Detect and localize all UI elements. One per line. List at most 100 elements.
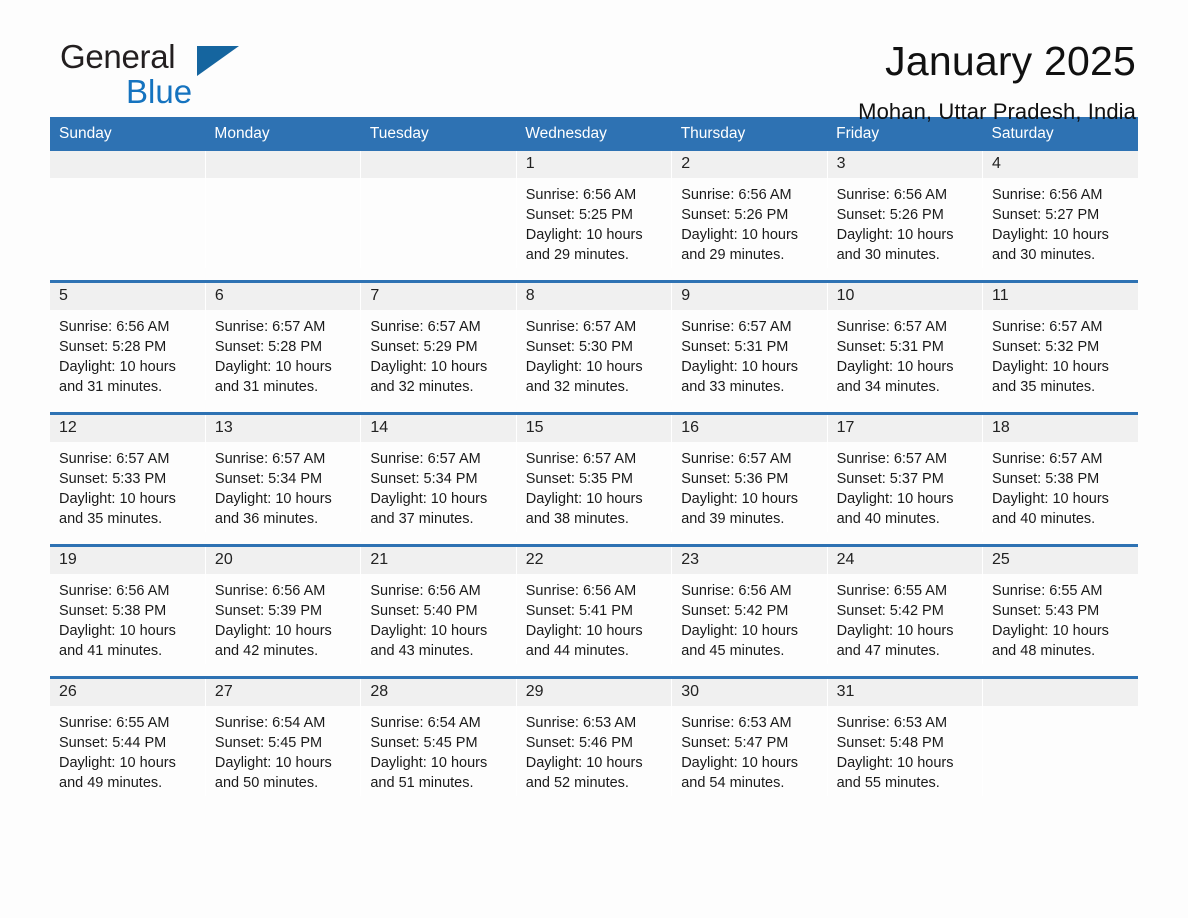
sunset-text: Sunset: 5:38 PM: [992, 471, 1100, 487]
calendar-day-cell[interactable]: 26 Sunrise: 6:55 AM Sunset: 5:44 PM Dayligh…: [50, 676, 206, 796]
week-spacer-cell: [50, 268, 1138, 282]
sunrise-text: Sunrise: 6:54 AM: [214, 715, 326, 731]
week-spacer: [50, 268, 1138, 282]
calendar-day-cell[interactable]: 28 Sunrise: 6:54 AM Sunset: 5:45 PM Dayligh…: [360, 676, 517, 796]
daylight-text: Daylight: 10 hours and 40 minutes.: [992, 491, 1109, 527]
day-number: [50, 151, 205, 178]
day-number: 4: [983, 151, 1138, 178]
sunset-text: Sunset: 5:33 PM: [59, 471, 167, 487]
calendar-day-cell[interactable]: 15 Sunrise: 6:57 AM Sunset: 5:35 PM Dayligh…: [516, 412, 673, 532]
calendar-day-cell[interactable]: 4 Sunrise: 6:56 AM Sunset: 5:27 PM Daylight…: [982, 151, 1138, 268]
day-details: Sunrise: 6:56 AM Sunset: 5:38 PM Daylight:…: [50, 574, 205, 661]
sunset-text: Sunset: 5:42 PM: [681, 603, 789, 619]
daylight-text: Daylight: 10 hours and 45 minutes.: [681, 623, 799, 659]
daylight-text: Daylight: 10 hours and 43 minutes.: [370, 623, 488, 659]
calendar-day-cell[interactable]: 6 Sunrise: 6:57 AM Sunset: 5:28 PM Daylight…: [205, 280, 362, 400]
weekday-header-monday: Monday: [205, 117, 361, 151]
calendar-day-cell[interactable]: 18 Sunrise: 6:57 AM Sunset: 5:38 PM Dayligh…: [982, 412, 1138, 532]
sunrise-text: Sunrise: 6:57 AM: [214, 319, 326, 335]
sunset-text: Sunset: 5:38 PM: [59, 603, 167, 619]
location-subtitle: Mohan, Uttar Pradesh, India: [858, 99, 1136, 125]
day-details: Sunrise: 6:55 AM Sunset: 5:43 PM Daylight:…: [983, 574, 1138, 661]
calendar-day-cell[interactable]: 10 Sunrise: 6:57 AM Sunset: 5:31 PM Dayligh…: [827, 280, 984, 400]
calendar-day-cell[interactable]: 31 Sunrise: 6:53 AM Sunset: 5:48 PM Dayligh…: [827, 676, 984, 796]
calendar-day-cell[interactable]: 27 Sunrise: 6:54 AM Sunset: 5:45 PM Dayligh…: [205, 676, 362, 796]
day-number: 13: [205, 415, 361, 442]
day-number: 24: [827, 547, 983, 574]
calendar-day-cell[interactable]: 5 Sunrise: 6:56 AM Sunset: 5:28 PM Daylight…: [50, 280, 206, 400]
calendar-container: Sunday Monday Tuesday Wednesday Thursday Frid…: [50, 117, 1138, 796]
sunset-text: Sunset: 5:42 PM: [836, 603, 944, 619]
sunrise-text: Sunrise: 6:56 AM: [214, 583, 326, 599]
calendar-day-cell[interactable]: 11 Sunrise: 6:57 AM Sunset: 5:32 PM Dayligh…: [982, 280, 1138, 400]
week-spacer: [50, 400, 1138, 414]
calendar-day-cell[interactable]: 13 Sunrise: 6:57 AM Sunset: 5:34 PM Dayligh…: [205, 412, 362, 532]
sunrise-text: Sunrise: 6:57 AM: [681, 319, 792, 335]
day-details: Sunrise: 6:57 AM Sunset: 5:34 PM Daylight:…: [361, 442, 515, 529]
day-details: Sunrise: 6:57 AM Sunset: 5:31 PM Daylight:…: [828, 310, 982, 397]
sunrise-text: Sunrise: 6:57 AM: [681, 451, 792, 467]
sunrise-text: Sunrise: 6:56 AM: [681, 583, 792, 599]
daylight-text: Daylight: 10 hours and 48 minutes.: [992, 623, 1109, 659]
calendar-day-cell[interactable]: 16 Sunrise: 6:57 AM Sunset: 5:36 PM Dayligh…: [671, 412, 828, 532]
calendar-body: 1 Sunrise: 6:56 AM Sunset: 5:25 PM Daylight…: [50, 151, 1138, 796]
weekday-header-thursday: Thursday: [671, 117, 828, 151]
day-number: [205, 151, 361, 178]
daylight-text: Daylight: 10 hours and 41 minutes.: [59, 623, 176, 659]
daylight-text: Daylight: 10 hours and 30 minutes.: [992, 227, 1109, 263]
calendar-day-cell[interactable]: 2 Sunrise: 6:56 AM Sunset: 5:26 PM Daylight…: [671, 151, 828, 268]
calendar-day-cell[interactable]: 12 Sunrise: 6:57 AM Sunset: 5:33 PM Dayligh…: [50, 412, 206, 532]
daylight-text: Daylight: 10 hours and 49 minutes.: [59, 755, 176, 791]
calendar-day-cell[interactable]: 1 Sunrise: 6:56 AM Sunset: 5:25 PM Daylight…: [516, 151, 673, 268]
daylight-text: Daylight: 10 hours and 35 minutes.: [59, 491, 176, 527]
day-number: 5: [50, 283, 205, 310]
sunrise-text: Sunrise: 6:57 AM: [525, 319, 637, 335]
calendar-day-cell[interactable]: 29 Sunrise: 6:53 AM Sunset: 5:46 PM Dayligh…: [516, 676, 673, 796]
day-number: 23: [672, 547, 827, 574]
calendar-day-cell[interactable]: 3 Sunrise: 6:56 AM Sunset: 5:26 PM Daylight…: [827, 151, 984, 268]
day-number: 2: [672, 151, 827, 178]
calendar-day-cell[interactable]: 20 Sunrise: 6:56 AM Sunset: 5:39 PM Dayligh…: [205, 544, 362, 664]
day-number: 29: [516, 679, 672, 706]
day-number: 1: [516, 151, 672, 178]
day-details: Sunrise: 6:55 AM Sunset: 5:44 PM Daylight:…: [50, 706, 205, 793]
daylight-text: Daylight: 10 hours and 42 minutes.: [214, 623, 332, 659]
day-number: 7: [361, 283, 516, 310]
calendar-day-cell[interactable]: 24 Sunrise: 6:55 AM Sunset: 5:42 PM Dayligh…: [827, 544, 984, 664]
sunset-text: Sunset: 5:47 PM: [681, 735, 789, 751]
day-details: Sunrise: 6:57 AM Sunset: 5:34 PM Daylight:…: [206, 442, 360, 529]
title-block: January 2025 Mohan, Uttar Pradesh, India: [858, 39, 1138, 125]
calendar-day-cell[interactable]: 7 Sunrise: 6:57 AM Sunset: 5:29 PM Daylight…: [360, 280, 517, 400]
calendar-day-cell[interactable]: 30 Sunrise: 6:53 AM Sunset: 5:47 PM Dayligh…: [671, 676, 828, 796]
calendar-day-cell[interactable]: 19 Sunrise: 6:56 AM Sunset: 5:38 PM Dayligh…: [50, 544, 206, 664]
calendar-day-cell[interactable]: 9 Sunrise: 6:57 AM Sunset: 5:31 PM Daylight…: [671, 280, 828, 400]
day-details: Sunrise: 6:57 AM Sunset: 5:32 PM Daylight:…: [983, 310, 1138, 397]
day-number: 11: [983, 283, 1138, 310]
daylight-text: Daylight: 10 hours and 32 minutes.: [370, 359, 488, 395]
day-number: 21: [361, 547, 516, 574]
calendar-day-cell[interactable]: 22 Sunrise: 6:56 AM Sunset: 5:41 PM Dayligh…: [516, 544, 673, 664]
sunrise-text: Sunrise: 6:53 AM: [681, 715, 792, 731]
calendar-day-cell[interactable]: 8 Sunrise: 6:57 AM Sunset: 5:30 PM Daylight…: [516, 280, 673, 400]
day-details: Sunrise: 6:56 AM Sunset: 5:42 PM Daylight:…: [672, 574, 826, 661]
sunrise-text: Sunrise: 6:56 AM: [59, 583, 170, 599]
daylight-text: Daylight: 10 hours and 33 minutes.: [681, 359, 799, 395]
general-blue-logo[interactable]: General Blue: [50, 40, 260, 110]
sunset-text: Sunset: 5:34 PM: [370, 471, 478, 487]
sunrise-text: Sunrise: 6:57 AM: [836, 451, 948, 467]
day-details: Sunrise: 6:57 AM Sunset: 5:37 PM Daylight:…: [828, 442, 982, 529]
day-details: Sunrise: 6:56 AM Sunset: 5:26 PM Daylight:…: [828, 178, 982, 265]
sunset-text: Sunset: 5:27 PM: [992, 207, 1100, 223]
calendar-day-cell[interactable]: 17 Sunrise: 6:57 AM Sunset: 5:37 PM Dayligh…: [827, 412, 984, 532]
sunset-text: Sunset: 5:45 PM: [214, 735, 323, 751]
sunrise-text: Sunrise: 6:57 AM: [59, 451, 170, 467]
day-details: Sunrise: 6:57 AM Sunset: 5:29 PM Daylight:…: [361, 310, 515, 397]
calendar-day-cell[interactable]: 14 Sunrise: 6:57 AM Sunset: 5:34 PM Dayligh…: [360, 412, 517, 532]
sunset-text: Sunset: 5:41 PM: [525, 603, 633, 619]
daylight-text: Daylight: 10 hours and 51 minutes.: [370, 755, 488, 791]
calendar-day-cell[interactable]: 25 Sunrise: 6:55 AM Sunset: 5:43 PM Dayligh…: [982, 544, 1138, 664]
week-spacer-cell: [50, 400, 1138, 414]
calendar-week-row: 19 Sunrise: 6:56 AM Sunset: 5:38 PM Dayligh…: [50, 544, 1138, 664]
calendar-day-cell[interactable]: 23 Sunrise: 6:56 AM Sunset: 5:42 PM Dayligh…: [671, 544, 828, 664]
calendar-day-cell[interactable]: 21 Sunrise: 6:56 AM Sunset: 5:40 PM Dayligh…: [360, 544, 517, 664]
